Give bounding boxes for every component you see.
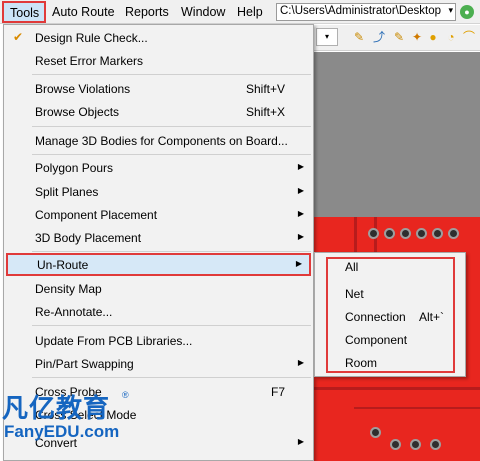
drc-icon: ✔	[12, 30, 24, 44]
pcb-pad	[390, 439, 401, 450]
watermark-english-text: FanyEDU.com	[4, 422, 120, 441]
menu-item-label: Design Rule Check...	[35, 31, 148, 45]
pcb-pad	[384, 228, 395, 239]
route-tool-icon[interactable]: ✎	[352, 30, 366, 44]
document-path-text: C:\Users\Administrator\Desktop	[280, 5, 442, 17]
menu-item-label: Re-Annotate...	[35, 305, 113, 319]
toolbar-dropdown[interactable]: ▾	[316, 28, 338, 46]
menu-item-re-annotate[interactable]: Re-Annotate...	[4, 300, 313, 323]
menu-tools[interactable]: Tools	[2, 1, 46, 23]
registered-icon: ®	[122, 390, 129, 400]
menu-item-polygon-pours[interactable]: Polygon Pours ▶	[4, 156, 313, 179]
menu-separator	[32, 126, 311, 127]
menu-auto-route[interactable]: Auto Route	[52, 5, 115, 19]
menu-separator	[32, 377, 311, 378]
go-icon[interactable]: ●	[460, 5, 474, 19]
pad-tool-icon[interactable]: ●	[426, 30, 440, 44]
menu-item-label: Reset Error Markers	[35, 54, 144, 68]
menu-help[interactable]: Help	[237, 5, 263, 19]
pcb-canvas-background	[314, 52, 480, 217]
document-path-dropdown[interactable]: C:\Users\Administrator\Desktop ▾	[276, 3, 456, 21]
menu-item-un-route[interactable]: Un-Route ▶	[6, 253, 311, 276]
submenu-highlight-frame	[326, 257, 455, 373]
submenu-arrow-icon: ▶	[297, 162, 304, 171]
menu-item-reset-error-markers[interactable]: Reset Error Markers	[4, 49, 313, 72]
chevron-down-icon: ▾	[448, 5, 453, 16]
menu-item-label: Density Map	[35, 282, 102, 296]
menu-item-browse-violations[interactable]: Browse Violations Shift+V	[4, 77, 313, 100]
arc-tool-icon[interactable]: ◔	[444, 30, 458, 44]
pcb-pad	[368, 228, 379, 239]
pcb-pad	[432, 228, 443, 239]
submenu-arrow-icon: ▶	[297, 186, 304, 195]
pcb-trace	[354, 407, 480, 409]
menu-separator	[32, 154, 311, 155]
menu-item-label: Browse Violations	[35, 82, 131, 96]
menu-item-label: Un-Route	[37, 258, 89, 272]
menu-item-label: Split Planes	[35, 185, 99, 199]
arc-edge-tool-icon[interactable]: ⌒	[462, 30, 476, 44]
menu-item-label: Component Placement	[35, 208, 158, 222]
diff-pair-tool-icon[interactable]: ✎	[392, 30, 406, 44]
submenu-arrow-icon: ▶	[297, 437, 304, 446]
menu-separator	[32, 74, 311, 75]
menu-item-browse-objects[interactable]: Browse Objects Shift+X	[4, 100, 313, 123]
fanout-tool-icon[interactable]: ⤴	[372, 30, 386, 44]
pcb-pad	[370, 427, 381, 438]
menu-item-label: Browse Objects	[35, 105, 120, 119]
watermark-chinese-text: 凡亿教育	[2, 394, 111, 424]
menu-item-label: 3D Body Placement	[35, 231, 142, 245]
submenu-arrow-icon: ▶	[295, 259, 302, 268]
menu-separator	[32, 325, 311, 326]
submenu-arrow-icon: ▶	[297, 209, 304, 218]
menu-separator	[32, 251, 311, 252]
pcb-pad	[448, 228, 459, 239]
menu-item-manage-3d-bodies[interactable]: Manage 3D Bodies for Components on Board…	[4, 129, 313, 152]
menu-item-shortcut: Shift+V	[245, 82, 285, 96]
pcb-trace	[354, 217, 357, 257]
menu-item-pin-part-swapping[interactable]: Pin/Part Swapping ▶	[4, 352, 313, 375]
menu-item-split-planes[interactable]: Split Planes ▶	[4, 180, 313, 203]
pcb-pad	[430, 439, 441, 450]
menu-item-density-map[interactable]: Density Map	[4, 277, 313, 300]
menu-item-3d-body-placement[interactable]: 3D Body Placement ▶	[4, 226, 313, 249]
menu-item-shortcut: F7	[270, 385, 285, 399]
menu-item-update-from-pcb-libraries[interactable]: Update From PCB Libraries...	[4, 329, 313, 352]
submenu-arrow-icon: ▶	[297, 358, 304, 367]
via-tool-icon[interactable]: ✦	[410, 30, 424, 44]
menu-item-label: Manage 3D Bodies for Components on Board…	[35, 134, 288, 148]
menu-tools-label: Tools	[10, 6, 40, 20]
menu-window[interactable]: Window	[181, 5, 225, 19]
menu-item-design-rule-check[interactable]: ✔ Design Rule Check...	[4, 26, 313, 49]
menu-item-label: Update From PCB Libraries...	[35, 334, 193, 348]
pcb-pad	[410, 439, 421, 450]
menu-item-shortcut: Shift+X	[245, 105, 285, 119]
menu-item-label: Polygon Pours	[35, 161, 114, 175]
pcb-pad	[400, 228, 411, 239]
menu-reports[interactable]: Reports	[125, 5, 169, 19]
menu-bar: Tools Auto Route Reports Window Help C:\…	[0, 0, 480, 24]
menu-item-component-placement[interactable]: Component Placement ▶	[4, 203, 313, 226]
pcb-trace	[314, 387, 480, 390]
watermark: 凡亿教育 ® FanyEDU.com	[2, 388, 132, 444]
submenu-arrow-icon: ▶	[297, 232, 304, 241]
pcb-pad	[416, 228, 427, 239]
menu-item-label: Pin/Part Swapping	[35, 357, 134, 371]
